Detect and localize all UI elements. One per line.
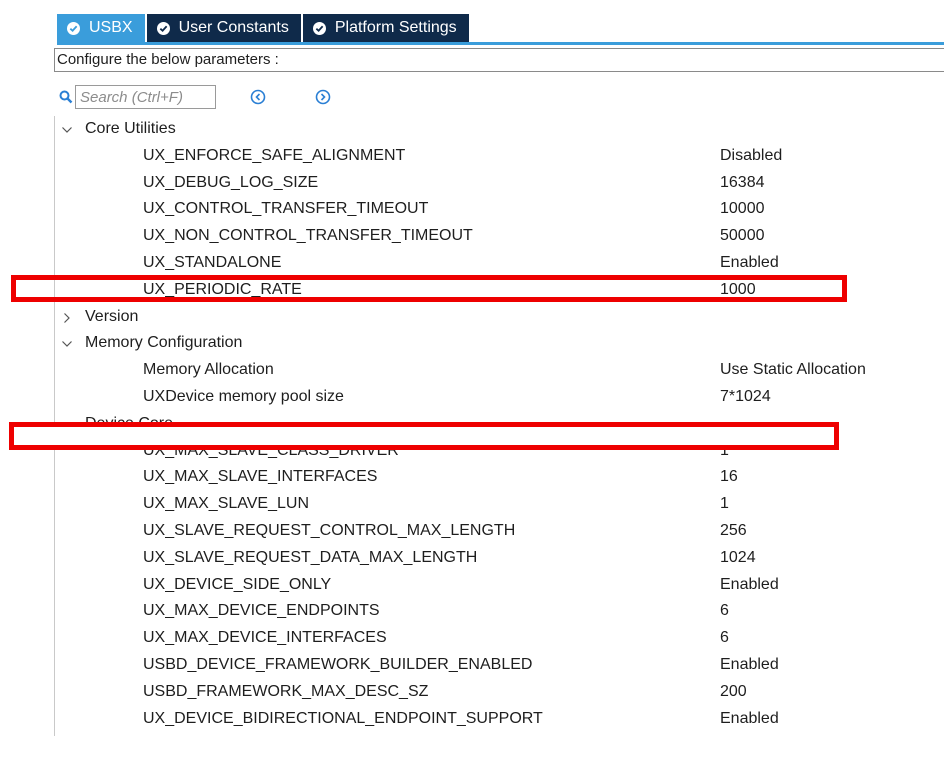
param-row[interactable]: UX_MAX_SLAVE_INTERFACES 16 bbox=[0, 464, 944, 491]
param-row[interactable]: UX_STANDALONE Enabled bbox=[0, 250, 944, 277]
param-value[interactable]: Enabled bbox=[720, 572, 779, 599]
param-name: UX_ENFORCE_SAFE_ALIGNMENT bbox=[143, 146, 406, 164]
param-name: UX_DEVICE_SIDE_ONLY bbox=[143, 575, 332, 593]
tab-label: User Constants bbox=[178, 19, 289, 36]
param-name: USBD_FRAMEWORK_MAX_DESC_SZ bbox=[143, 682, 429, 700]
check-circle-icon bbox=[312, 21, 326, 35]
highlight-box-periodic-rate bbox=[11, 275, 847, 302]
param-name: UXDevice memory pool size bbox=[143, 387, 344, 405]
group-core-utilities[interactable]: Core Utilities bbox=[0, 116, 944, 143]
param-row[interactable]: Memory Allocation Use Static Allocation bbox=[0, 357, 944, 384]
param-row[interactable]: UXDevice memory pool size 7*1024 bbox=[0, 384, 944, 411]
description-bar: Configure the below parameters : bbox=[54, 48, 944, 72]
tab-bar: USBX User Constants Platform Settings bbox=[57, 14, 471, 42]
param-row[interactable]: UX_MAX_DEVICE_ENDPOINTS 6 bbox=[0, 598, 944, 625]
param-name: UX_DEVICE_BIDIRECTIONAL_ENDPOINT_SUPPORT bbox=[143, 709, 543, 727]
tab-usbx[interactable]: USBX bbox=[57, 14, 145, 42]
param-row[interactable]: UX_MAX_DEVICE_INTERFACES 6 bbox=[0, 625, 944, 652]
param-value[interactable]: Enabled bbox=[720, 652, 779, 679]
group-label: Memory Configuration bbox=[85, 334, 243, 352]
param-value[interactable]: 50000 bbox=[720, 223, 765, 250]
param-row[interactable]: UX_NON_CONTROL_TRANSFER_TIMEOUT 50000 bbox=[0, 223, 944, 250]
param-value[interactable]: 10000 bbox=[720, 196, 765, 223]
param-value[interactable]: 16 bbox=[720, 464, 738, 491]
param-row[interactable]: USBD_FRAMEWORK_MAX_DESC_SZ 200 bbox=[0, 679, 944, 706]
param-name: UX_DEBUG_LOG_SIZE bbox=[143, 173, 319, 191]
param-value[interactable]: 200 bbox=[720, 679, 747, 706]
param-row[interactable]: UX_DEVICE_BIDIRECTIONAL_ENDPOINT_SUPPORT… bbox=[0, 706, 944, 733]
param-name: UX_MAX_SLAVE_INTERFACES bbox=[143, 468, 378, 486]
previous-result-icon[interactable] bbox=[250, 89, 266, 105]
group-label: Version bbox=[85, 307, 139, 325]
tab-label: USBX bbox=[89, 19, 133, 36]
check-circle-icon bbox=[67, 21, 80, 35]
param-value[interactable]: 6 bbox=[720, 598, 729, 625]
param-name: UX_MAX_DEVICE_ENDPOINTS bbox=[143, 602, 380, 620]
group-label: Core Utilities bbox=[85, 120, 176, 137]
param-name: UX_CONTROL_TRANSFER_TIMEOUT bbox=[143, 200, 429, 218]
param-row[interactable]: UX_SLAVE_REQUEST_CONTROL_MAX_LENGTH 256 bbox=[0, 518, 944, 545]
group-version[interactable]: Version bbox=[0, 304, 944, 331]
chevron-down-icon[interactable] bbox=[61, 338, 73, 350]
param-row[interactable]: UX_DEVICE_SIDE_ONLY Enabled bbox=[0, 572, 944, 599]
param-value[interactable]: Enabled bbox=[720, 250, 779, 277]
param-row[interactable]: UX_ENFORCE_SAFE_ALIGNMENT Disabled bbox=[0, 143, 944, 170]
param-name: UX_SLAVE_REQUEST_CONTROL_MAX_LENGTH bbox=[143, 521, 516, 539]
search-row bbox=[59, 82, 216, 112]
param-value[interactable]: 6 bbox=[720, 625, 729, 652]
search-icon[interactable] bbox=[59, 90, 73, 104]
param-value[interactable]: 256 bbox=[720, 518, 747, 545]
param-value[interactable]: Enabled bbox=[720, 706, 779, 733]
param-row[interactable]: UX_MAX_SLAVE_LUN 1 bbox=[0, 491, 944, 518]
param-name: UX_MAX_DEVICE_INTERFACES bbox=[143, 629, 387, 647]
param-name: Memory Allocation bbox=[143, 361, 274, 379]
param-value[interactable]: 1024 bbox=[720, 545, 756, 572]
next-result-icon[interactable] bbox=[315, 89, 331, 105]
param-value[interactable]: 1 bbox=[720, 491, 729, 518]
param-name: UX_SLAVE_REQUEST_DATA_MAX_LENGTH bbox=[143, 548, 478, 566]
param-value[interactable]: 7*1024 bbox=[720, 384, 771, 411]
tab-underline bbox=[57, 42, 944, 45]
tab-user-constants[interactable]: User Constants bbox=[146, 14, 301, 42]
param-value[interactable]: Use Static Allocation bbox=[720, 357, 866, 384]
check-circle-icon bbox=[156, 21, 170, 35]
chevron-down-icon[interactable] bbox=[61, 124, 73, 136]
param-name: UX_NON_CONTROL_TRANSFER_TIMEOUT bbox=[143, 227, 473, 245]
search-input[interactable] bbox=[75, 85, 216, 109]
highlight-box-device-core bbox=[9, 422, 839, 450]
group-memory-configuration[interactable]: Memory Configuration bbox=[0, 330, 944, 357]
chevron-right-icon[interactable] bbox=[61, 312, 73, 324]
param-row[interactable]: USBD_DEVICE_FRAMEWORK_BUILDER_ENABLED Ena… bbox=[0, 652, 944, 679]
param-value[interactable]: 16384 bbox=[720, 170, 765, 197]
param-value[interactable]: Disabled bbox=[720, 143, 782, 170]
param-row[interactable]: UX_DEBUG_LOG_SIZE 16384 bbox=[0, 170, 944, 197]
tab-platform-settings[interactable]: Platform Settings bbox=[302, 14, 469, 42]
tab-label: Platform Settings bbox=[334, 19, 457, 36]
param-row[interactable]: UX_CONTROL_TRANSFER_TIMEOUT 10000 bbox=[0, 196, 944, 223]
param-name: USBD_DEVICE_FRAMEWORK_BUILDER_ENABLED bbox=[143, 655, 533, 673]
param-name: UX_MAX_SLAVE_LUN bbox=[143, 495, 309, 513]
param-name: UX_STANDALONE bbox=[143, 253, 282, 271]
param-row[interactable]: UX_SLAVE_REQUEST_DATA_MAX_LENGTH 1024 bbox=[0, 545, 944, 572]
